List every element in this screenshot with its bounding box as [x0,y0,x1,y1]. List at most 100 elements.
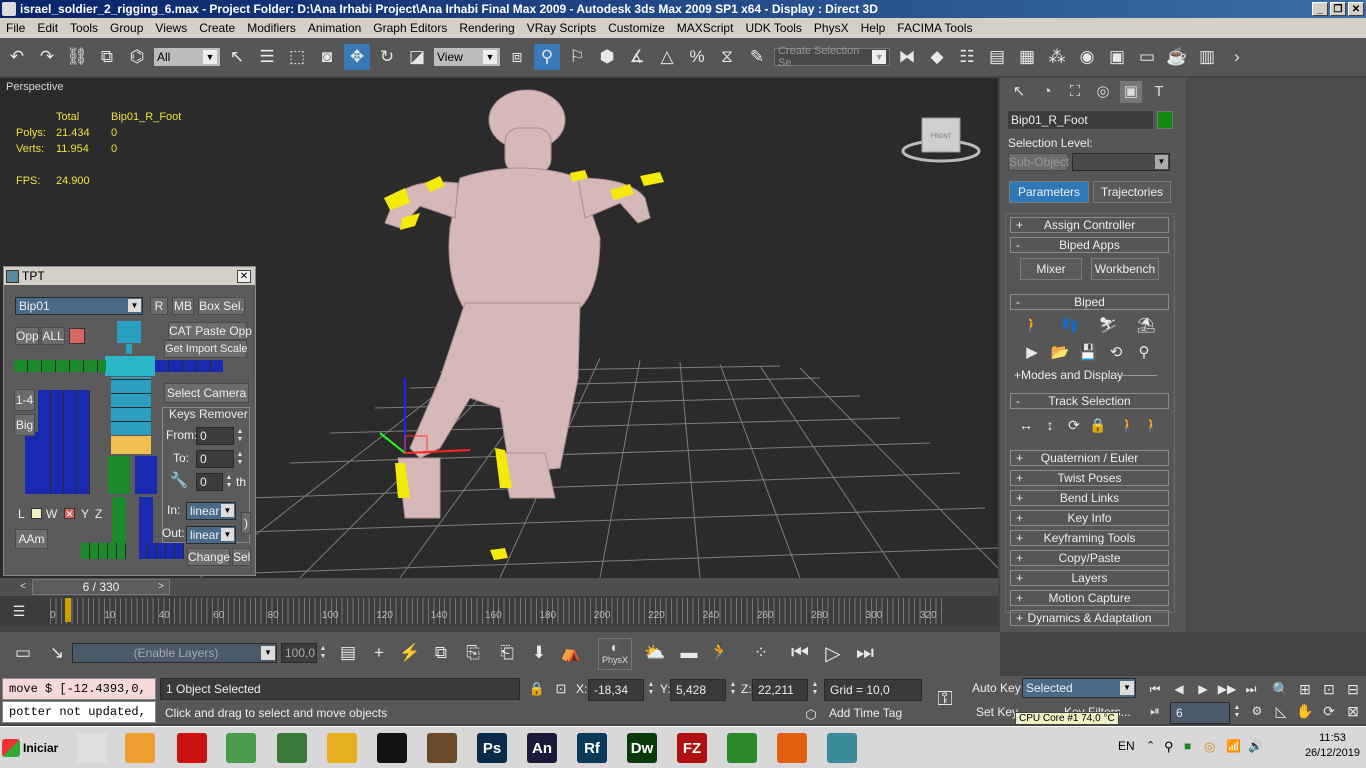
start-button[interactable]: Iniciar [2,731,60,765]
picker-pelvis[interactable] [111,436,151,454]
layer-manager-icon[interactable]: ☷ [954,44,980,70]
render-setup-icon[interactable]: ▣ [1104,44,1130,70]
bind-to-spacewarp-icon[interactable]: ⌬ [124,44,150,70]
viewcube[interactable]: FRONT [901,117,981,163]
close-button[interactable]: ✕ [1348,2,1364,16]
network-icon[interactable] [272,730,312,766]
add-layer-icon[interactable]: + [366,640,392,666]
picker-right-foot[interactable] [139,543,184,559]
color-swatch[interactable] [69,328,85,344]
toolbar-overflow-icon[interactable]: › [1224,44,1250,70]
tpt-close-button[interactable]: ✕ [237,269,251,283]
3ds-max-icon[interactable] [72,730,112,766]
workbench-button[interactable]: Workbench [1091,258,1159,280]
signal-icon[interactable]: 📶 [1226,739,1241,753]
time-tag-icon[interactable]: ⬡ [798,702,824,728]
select-and-scale-icon[interactable]: ◪ [404,44,430,70]
maxscript-listener-icon[interactable]: ▥ [1194,44,1220,70]
absolute-mode-icon[interactable]: ⊡ [548,676,574,702]
tray-app-icon[interactable]: ⚲ [1164,739,1174,755]
track-selection-rollout[interactable]: - Track Selection [1010,393,1169,409]
tray-expand-icon[interactable]: ⌃ [1146,739,1155,752]
rendered-frame-icon[interactable]: ▭ [1134,44,1160,70]
snaps-toggle-icon[interactable]: ⬢ [594,44,620,70]
create-tab-icon[interactable]: ↖ [1008,81,1030,103]
menu-views[interactable]: Views [149,21,193,35]
picker-left-arm[interactable] [14,360,106,372]
set-key-icon[interactable]: ⚿ [932,686,958,712]
modes-and-display-rollout[interactable]: +Modes and Display [1014,368,1123,382]
select-and-move-icon[interactable]: ✥ [344,44,370,70]
sel-button[interactable]: Sel [232,548,251,566]
mixer-mode-icon[interactable]: ⛱ [1134,314,1158,336]
time-slider-next-button[interactable]: > [154,579,168,595]
time-slider-thumb[interactable]: 6 / 330 [32,579,170,595]
l-checkbox[interactable] [31,508,42,519]
select-object-icon[interactable]: ↖ [224,44,250,70]
go-to-start-icon[interactable]: ⏮ [787,640,813,666]
opp-button[interactable]: Opp [15,327,39,345]
opposite-icon[interactable]: 🚶 [1140,414,1164,436]
edit-named-selection-icon[interactable]: ⧖ [714,44,740,70]
rollout-bend-links[interactable]: + Bend Links [1010,490,1169,506]
current-frame-marker[interactable] [65,598,71,622]
aam-button[interactable]: AAm [15,529,48,549]
schematic-view-icon[interactable]: ⁂ [1044,44,1070,70]
filezilla-icon[interactable]: FZ [672,730,712,766]
chrome-icon[interactable] [722,730,762,766]
from-field[interactable]: 0 [196,427,234,445]
physx-rigid-icon[interactable]: ▬ [676,640,702,666]
lock-selection-icon[interactable]: 🔒 [524,676,550,702]
mb-button[interactable]: MB [172,297,194,315]
to-spinner-icon[interactable]: ▲ ▼ [235,451,245,467]
percent-snap-icon[interactable]: △ [654,44,680,70]
menu-edit[interactable]: Edit [31,21,64,35]
cat-paste-opp-button[interactable]: CAT Paste Opp [168,322,252,340]
viewport-label[interactable]: Perspective [6,81,63,93]
sub-object-button[interactable]: Sub-Object [1008,153,1069,171]
lock-cog-icon[interactable]: 🔒 [1086,414,1110,436]
enable-layers-dropdown[interactable]: (Enable Layers) ▼ [72,643,277,663]
spinner-snap-icon[interactable]: % [684,44,710,70]
menu-group[interactable]: Group [104,21,149,35]
selection-filter-dropdown[interactable]: All ▼ [154,48,220,66]
menu-physx[interactable]: PhysX [808,21,855,35]
rollout-motion-capture[interactable]: + Motion Capture [1010,590,1169,606]
th-field[interactable]: 0 [196,473,223,491]
align-icon[interactable]: ◆ [924,44,950,70]
named-selection-abc-icon[interactable]: ✎ [744,44,770,70]
biped-playback-icon[interactable]: ▶ [1020,341,1044,363]
menu-facima-tools[interactable]: FACIMA Tools [891,21,978,35]
symmetrical-icon[interactable]: 🚶 [1116,414,1140,436]
app-icon[interactable] [2,2,16,16]
menu-create[interactable]: Create [193,21,241,35]
tray-green-icon[interactable]: ■ [1184,739,1191,753]
delete-layer-icon[interactable]: ⚡ [397,640,423,666]
collapse-layer-icon[interactable]: ⬇ [526,640,552,666]
menu-help[interactable]: Help [855,21,892,35]
menu-customize[interactable]: Customize [602,21,671,35]
menu-modifiers[interactable]: Modifiers [241,21,302,35]
select-camera-button[interactable]: Select Camera [164,383,249,403]
select-by-name-icon[interactable]: ☰ [254,44,280,70]
field-of-view-icon[interactable]: ◺ [1268,698,1294,724]
bip-dropdown[interactable]: Bip01 ▼ [15,297,143,315]
window-crossing-icon[interactable]: ◙ [314,44,340,70]
rollout-key-info[interactable]: + Key Info [1010,510,1169,526]
keyboard-shortcut-icon[interactable]: ⚐ [564,44,590,70]
load-file-icon[interactable]: 📂 [1048,341,1072,363]
z-spinner-icon[interactable]: ▲ ▼ [810,681,820,697]
material-editor-icon[interactable]: ◉ [1074,44,1100,70]
auto-key-button[interactable]: Auto Key [972,678,1021,698]
body-rotation-icon[interactable]: ⟳ [1062,414,1086,436]
task-manager-icon[interactable] [221,730,261,766]
paste-layer-icon[interactable]: ⎘ [460,640,486,666]
picker-right-arm[interactable] [155,360,223,372]
media-player-icon[interactable] [120,730,160,766]
rollout-copy-paste[interactable]: + Copy/Paste [1010,550,1169,566]
photoshop-icon[interactable]: Ps [472,730,512,766]
render-production-icon[interactable]: ☕ [1164,44,1190,70]
redo-icon[interactable]: ↷ [34,44,60,70]
unreal-icon[interactable] [372,730,412,766]
tangent-apply-button[interactable]: ) [241,512,251,534]
